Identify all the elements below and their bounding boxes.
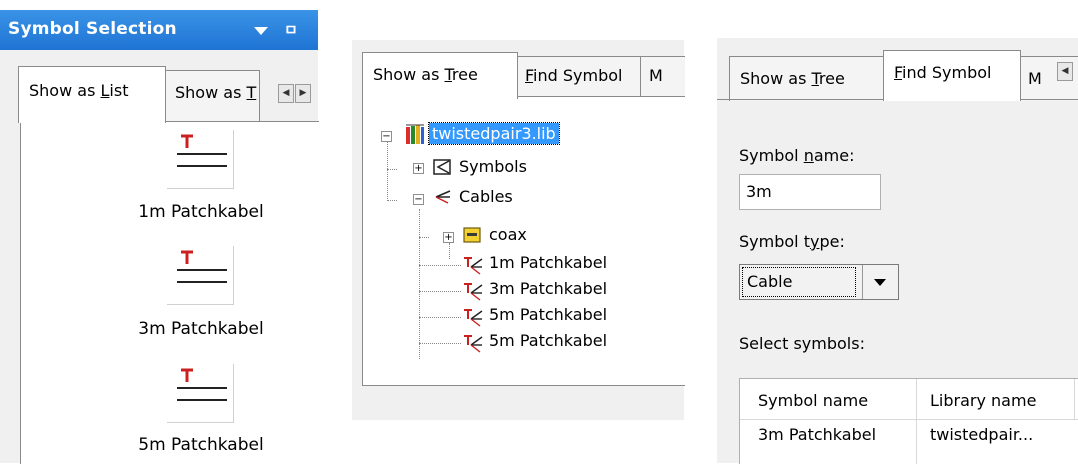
tab-show-as-tree[interactable]: Show as Tree bbox=[729, 56, 885, 101]
cable-symbol-icon[interactable] bbox=[167, 130, 234, 189]
symbol-type-value: Cable bbox=[742, 267, 856, 297]
tab-label-post: ree bbox=[818, 69, 845, 88]
panel-titlebar: Symbol Selection ㅁ bbox=[0, 10, 318, 50]
symbol-tree[interactable]: − twistedpair3.lib + Symbols − Cables + bbox=[362, 96, 685, 386]
tab-find-symbol[interactable]: Find Symbol bbox=[883, 50, 1021, 101]
tab-label-pre: Show as bbox=[740, 69, 812, 88]
tree-node-root[interactable]: twistedpair3.lib bbox=[428, 122, 560, 145]
dropdown-arrow-icon[interactable] bbox=[254, 27, 268, 35]
list-item-label[interactable]: 5m Patchkabel bbox=[101, 435, 301, 455]
label-pre: Symbol t bbox=[739, 232, 810, 251]
pin-icon[interactable]: ㅁ bbox=[284, 19, 298, 40]
tab-label-accel: T bbox=[444, 65, 452, 84]
label-accel: n bbox=[803, 146, 814, 165]
list-item-label[interactable]: 3m Patchkabel bbox=[101, 319, 301, 339]
list-item-label[interactable]: 1m Patchkabel bbox=[101, 202, 301, 222]
symbol-selection-panel: Symbol Selection ㅁ Show as List Show as … bbox=[0, 0, 319, 464]
symbol-type-select[interactable]: Cable bbox=[739, 264, 899, 300]
tab-label-accel: F bbox=[525, 66, 534, 85]
tab-scroll-left-button[interactable]: ◀ bbox=[278, 84, 294, 103]
label-pre: Symbol bbox=[739, 146, 804, 165]
symbol-name-input[interactable]: 3m bbox=[739, 174, 881, 210]
tree-node-symbols[interactable]: Symbols bbox=[459, 157, 527, 176]
label-post: ame: bbox=[813, 146, 855, 165]
tree-node-cables[interactable]: Cables bbox=[459, 187, 513, 206]
find-symbol-panel: Show as Tree Find Symbol M ◀ Symbol name… bbox=[717, 0, 1078, 464]
tree-node-cable[interactable]: 5m Patchkabel bbox=[489, 305, 607, 324]
tree-node-cable[interactable]: 1m Patchkabel bbox=[489, 253, 607, 272]
expand-toggle[interactable]: + bbox=[413, 163, 424, 174]
tab-label-post: ind Symbol bbox=[533, 66, 623, 85]
tab-show-as-list[interactable]: Show as List bbox=[18, 66, 166, 123]
tab-label-accel: T bbox=[246, 83, 257, 102]
column-header-library-name[interactable]: Library name bbox=[930, 391, 1036, 410]
tab-show-as-tree[interactable]: Show as Tree bbox=[362, 52, 518, 99]
tab-more[interactable]: M bbox=[640, 56, 685, 99]
tab-label-pre: Show as bbox=[175, 83, 247, 102]
cell-symbol-name: 3m Patchkabel bbox=[758, 425, 877, 444]
tab-label-post: ist bbox=[109, 81, 129, 100]
tab-label: M bbox=[1028, 69, 1042, 88]
expand-toggle[interactable]: + bbox=[443, 232, 454, 243]
symbol-type-label: Symbol type: bbox=[739, 232, 845, 251]
symbols-icon bbox=[433, 159, 451, 175]
panel-title: Symbol Selection bbox=[8, 19, 177, 39]
tab-label-post: ree bbox=[451, 65, 478, 84]
tree-node-coax[interactable]: coax bbox=[489, 225, 527, 244]
tab-find-symbol[interactable]: Find Symbol bbox=[516, 56, 642, 99]
tab-show-as-tree[interactable]: Show as T bbox=[164, 70, 260, 121]
column-header-symbol-name[interactable]: Symbol name bbox=[758, 391, 868, 410]
tab-label-accel: T bbox=[811, 69, 819, 88]
symbol-list[interactable]: 1m Patchkabel 3m Patchkabel 5m Patchkabe… bbox=[20, 121, 319, 464]
tab-label-pre: Show as bbox=[373, 65, 445, 84]
tree-node-cable[interactable]: 5m Patchkabel bbox=[489, 331, 607, 350]
tab-scroll-right-button[interactable]: ▶ bbox=[295, 84, 311, 103]
collapse-toggle[interactable]: − bbox=[381, 131, 392, 142]
library-icon bbox=[405, 123, 425, 145]
tab-label: M bbox=[649, 66, 663, 85]
cable-icon bbox=[463, 255, 483, 275]
table-row[interactable]: 3m Patchkabel twistedpair... bbox=[740, 419, 1078, 453]
tab-scroll-left-button[interactable]: ◀ bbox=[1057, 62, 1073, 81]
label-post: pe: bbox=[819, 232, 845, 251]
cable-icon bbox=[463, 333, 483, 353]
cable-symbol-icon[interactable] bbox=[167, 364, 234, 423]
folder-icon bbox=[463, 227, 481, 243]
symbols-result-table[interactable]: Symbol name Library name 3m Patchkabel t… bbox=[739, 378, 1078, 464]
tab-label-accel: F bbox=[894, 63, 903, 82]
tree-node-cable[interactable]: 3m Patchkabel bbox=[489, 279, 607, 298]
cable-icon bbox=[463, 281, 483, 301]
symbol-name-label: Symbol name: bbox=[739, 146, 854, 165]
collapse-toggle[interactable]: − bbox=[413, 194, 424, 205]
tab-label-post: ind Symbol bbox=[902, 63, 992, 82]
cable-symbol-icon[interactable] bbox=[167, 246, 234, 305]
tab-label-pre: Show as bbox=[29, 81, 101, 100]
cell-library-name: twistedpair... bbox=[930, 425, 1034, 444]
tree-view-panel: Show as Tree Find Symbol M − twistedpair… bbox=[352, 0, 685, 463]
cables-icon bbox=[433, 189, 451, 205]
select-symbols-label: Select symbols: bbox=[739, 334, 865, 353]
triangle-down-icon[interactable] bbox=[874, 279, 886, 286]
cable-icon bbox=[463, 307, 483, 327]
